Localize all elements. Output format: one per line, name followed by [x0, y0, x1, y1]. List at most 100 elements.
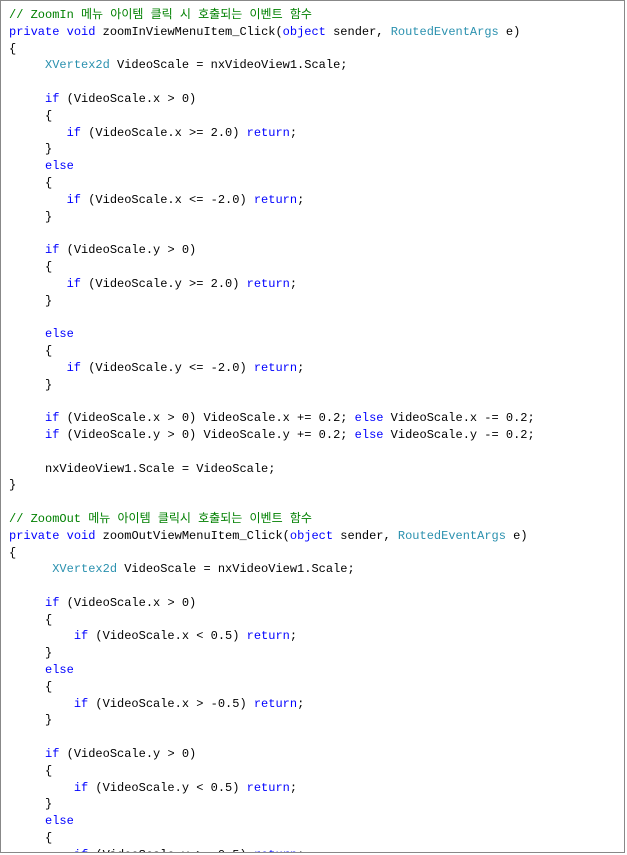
- kw-if: if: [74, 697, 88, 711]
- kw-object: object: [290, 529, 333, 543]
- code-text: (VideoScale.y > 0) VideoScale.y += 0.2;: [59, 428, 354, 442]
- kw-return: return: [254, 848, 297, 853]
- indent: [9, 277, 67, 291]
- kw-return: return: [247, 781, 290, 795]
- kw-else: else: [45, 814, 74, 828]
- indent: [9, 361, 67, 375]
- brace: {: [9, 344, 52, 358]
- code-text: (VideoScale.x > 0) VideoScale.x += 0.2;: [59, 411, 354, 425]
- kw-object: object: [283, 25, 326, 39]
- code-text: (VideoScale.y >= 2.0): [81, 277, 247, 291]
- indent: [9, 747, 45, 761]
- indent: [9, 126, 67, 140]
- kw-return: return: [247, 629, 290, 643]
- code-text: VideoScale.x -= 0.2;: [383, 411, 534, 425]
- code-text: (VideoScale.x > -0.5): [88, 697, 254, 711]
- semi: ;: [297, 697, 304, 711]
- kw-if: if: [45, 92, 59, 106]
- semi: ;: [290, 277, 297, 291]
- indent: [9, 663, 45, 677]
- brace: }: [9, 478, 16, 492]
- kw-if: if: [45, 747, 59, 761]
- code-text: (VideoScale.y > 0): [59, 243, 196, 257]
- kw-else: else: [355, 428, 384, 442]
- type-xvertex2d: XVertex2d: [45, 58, 110, 72]
- indent: [9, 92, 45, 106]
- brace: }: [9, 142, 52, 156]
- kw-if: if: [67, 193, 81, 207]
- kw-else: else: [45, 327, 74, 341]
- brace: {: [9, 831, 52, 845]
- semi: ;: [297, 361, 304, 375]
- semi: ;: [297, 848, 304, 853]
- kw-if: if: [67, 361, 81, 375]
- kw-if: if: [74, 848, 88, 853]
- indent: [9, 697, 74, 711]
- brace: {: [9, 764, 52, 778]
- indent: [9, 193, 67, 207]
- kw-return: return: [254, 697, 297, 711]
- kw-if: if: [45, 243, 59, 257]
- kw-private: private: [9, 25, 59, 39]
- indent: [9, 428, 45, 442]
- code-text: (VideoScale.y <= -2.0): [81, 361, 254, 375]
- code-text: (VideoScale.x >= 2.0): [81, 126, 247, 140]
- brace: }: [9, 646, 52, 660]
- kw-if: if: [74, 781, 88, 795]
- kw-else: else: [45, 663, 74, 677]
- brace: {: [9, 260, 52, 274]
- indent: [9, 814, 45, 828]
- kw-if: if: [67, 277, 81, 291]
- code-text: (VideoScale.x > 0): [59, 596, 196, 610]
- code-text: (VideoScale.y > -0.5): [88, 848, 254, 853]
- code-text: (VideoScale.x < 0.5): [88, 629, 246, 643]
- param: e): [506, 529, 528, 543]
- kw-void: void: [67, 529, 96, 543]
- type-xvertex2d: XVertex2d: [52, 562, 117, 576]
- fn-name: zoomInViewMenuItem_Click: [103, 25, 276, 39]
- indent: [9, 781, 74, 795]
- param: sender,: [326, 25, 391, 39]
- code-text: (VideoScale.y > 0): [59, 747, 196, 761]
- kw-return: return: [247, 277, 290, 291]
- code-pre: // ZoomIn 메뉴 아이템 클릭 시 호출되는 이벤트 함수 privat…: [9, 7, 616, 853]
- brace: {: [9, 176, 52, 190]
- fn-name: zoomOutViewMenuItem_Click: [103, 529, 283, 543]
- indent: [9, 159, 45, 173]
- comment-zoomin: // ZoomIn 메뉴 아이템 클릭 시 호출되는 이벤트 함수: [9, 8, 312, 22]
- indent: [9, 411, 45, 425]
- brace: {: [9, 546, 16, 560]
- code-text: VideoScale = nxVideoView1.Scale;: [117, 562, 355, 576]
- type-routedeventargs: RoutedEventArgs: [391, 25, 499, 39]
- param: e): [499, 25, 521, 39]
- semi: ;: [290, 781, 297, 795]
- type-routedeventargs: RoutedEventArgs: [398, 529, 506, 543]
- kw-return: return: [254, 361, 297, 375]
- code-text: VideoScale = nxVideoView1.Scale;: [110, 58, 348, 72]
- paren: (: [283, 529, 290, 543]
- paren: (: [275, 25, 282, 39]
- indent: [9, 58, 45, 72]
- code-block: // ZoomIn 메뉴 아이템 클릭 시 호출되는 이벤트 함수 privat…: [0, 0, 625, 853]
- semi: ;: [290, 629, 297, 643]
- brace: }: [9, 797, 52, 811]
- code-text: (VideoScale.y < 0.5): [88, 781, 246, 795]
- kw-if: if: [45, 596, 59, 610]
- code-text: VideoScale.y -= 0.2;: [383, 428, 534, 442]
- brace: }: [9, 378, 52, 392]
- code-text: (VideoScale.x <= -2.0): [81, 193, 254, 207]
- brace: {: [9, 42, 16, 56]
- indent: [9, 327, 45, 341]
- brace: }: [9, 294, 52, 308]
- indent: [9, 629, 74, 643]
- kw-else: else: [355, 411, 384, 425]
- semi: ;: [297, 193, 304, 207]
- indent: [9, 848, 74, 853]
- kw-void: void: [67, 25, 96, 39]
- kw-if: if: [74, 629, 88, 643]
- brace: }: [9, 210, 52, 224]
- indent: [9, 562, 52, 576]
- semi: ;: [290, 126, 297, 140]
- brace: {: [9, 109, 52, 123]
- param: sender,: [333, 529, 398, 543]
